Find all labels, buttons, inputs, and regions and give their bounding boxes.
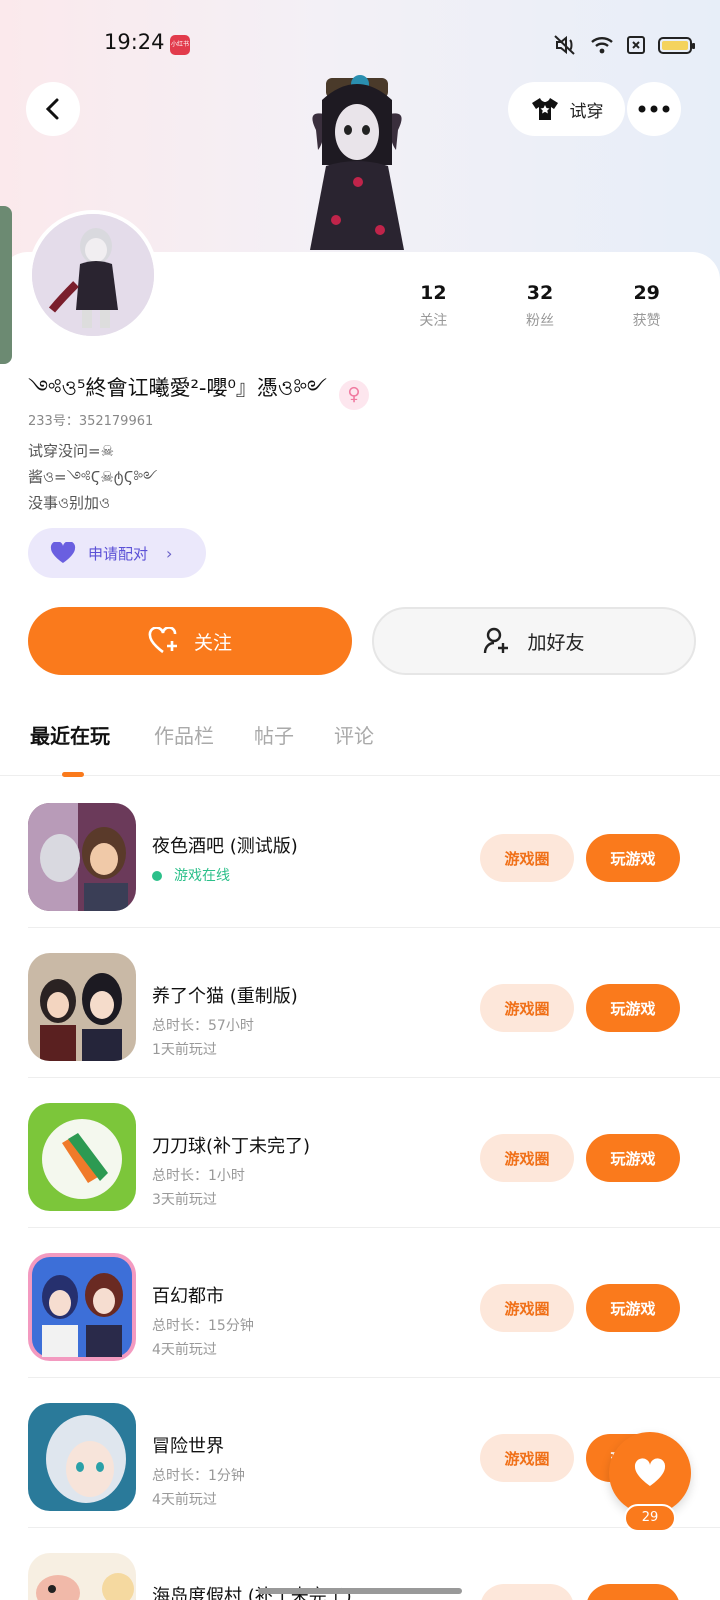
- home-indicator[interactable]: [258, 1588, 462, 1594]
- sim-off-icon: [627, 36, 645, 54]
- add-friend-button[interactable]: 加好友: [372, 607, 696, 675]
- list-item[interactable]: 夜色酒吧 (测试版) 游戏在线 游戏圈 玩游戏: [28, 778, 720, 928]
- game-icon[interactable]: [28, 1553, 136, 1600]
- game-circle-button[interactable]: 游戏圈: [480, 1434, 574, 1482]
- play-game-button[interactable]: 玩游戏: [586, 834, 680, 882]
- play-time: 总时长：15分钟: [152, 1318, 254, 1334]
- list-item[interactable]: 养了个猫 (重制版) 总时长：57小时 1天前玩过 游戏圈 玩游戏: [28, 928, 720, 1078]
- stat-label: 粉丝: [526, 313, 554, 329]
- play-time: 总时长：57小时: [152, 1018, 254, 1034]
- play-game-button[interactable]: 玩游戏: [586, 1584, 680, 1600]
- more-icon: [638, 105, 670, 113]
- game-title: 百幻都市: [152, 1286, 224, 1307]
- battery-icon: [658, 36, 695, 54]
- game-circle-button[interactable]: 游戏圈: [480, 984, 574, 1032]
- game-title: 夜色酒吧 (测试版): [152, 836, 298, 857]
- game-status-text: 游戏在线: [174, 868, 230, 884]
- play-game-button[interactable]: 玩游戏: [586, 1284, 680, 1332]
- character-avatar-image[interactable]: [296, 70, 418, 250]
- game-status: 游戏在线: [152, 864, 230, 888]
- play-time: 总时长：1分钟: [152, 1468, 245, 1484]
- tab-recent-games[interactable]: 最近在玩: [30, 720, 110, 749]
- pair-label: 申请配对: [88, 544, 149, 563]
- game-circle-button[interactable]: 游戏圈: [480, 834, 574, 882]
- play-game-button[interactable]: 玩游戏: [586, 984, 680, 1032]
- side-drawer-handle[interactable]: [0, 206, 12, 364]
- status-icons: [552, 34, 695, 56]
- online-dot-icon: [152, 871, 162, 881]
- user-id: 233号：352179961: [28, 414, 154, 429]
- like-count-badge: 29: [624, 1504, 676, 1532]
- game-meta: 总时长：57小时 1天前玩过: [152, 1014, 254, 1062]
- stat-label: 获赞: [632, 313, 661, 329]
- chevron-left-icon: [45, 98, 59, 120]
- game-icon[interactable]: [28, 1103, 136, 1211]
- wifi-icon: [591, 37, 613, 54]
- game-title: 养了个猫 (重制版): [152, 986, 298, 1007]
- game-circle-button[interactable]: 游戏圈: [480, 1134, 574, 1182]
- last-played: 1天前玩过: [152, 1042, 217, 1058]
- bio-line: 没事ও别加ও: [28, 494, 111, 512]
- bio-line: 试穿没问=☠: [28, 442, 115, 460]
- last-played: 4天前玩过: [152, 1492, 217, 1508]
- heart-icon: [50, 542, 76, 563]
- heart-plus-icon: [148, 627, 177, 654]
- tryon-label: 试穿: [569, 101, 604, 122]
- game-meta: 总时长：15分钟 4天前玩过: [152, 1314, 254, 1362]
- follow-label: 关注: [193, 631, 232, 654]
- stat-followers[interactable]: 32 粉丝: [487, 282, 594, 330]
- heart-icon: [634, 1458, 666, 1486]
- tab-works[interactable]: 作品栏: [154, 720, 214, 749]
- add-friend-label: 加好友: [527, 631, 585, 654]
- female-icon: ♀: [338, 379, 369, 410]
- game-circle-button[interactable]: 游戏圈: [480, 1584, 574, 1600]
- stat-value: 32: [526, 282, 554, 304]
- profile-tabs: 最近在玩 作品栏 帖子 评论: [0, 720, 720, 777]
- app-badge-icon: 小红书: [170, 35, 190, 55]
- tshirt-icon: [531, 98, 558, 120]
- more-button[interactable]: [627, 82, 681, 136]
- add-user-icon: [484, 627, 509, 654]
- avatar[interactable]: [28, 210, 158, 340]
- game-title: 刀刀球(补丁未完了): [152, 1136, 311, 1157]
- list-item[interactable]: 刀刀球(补丁未完了) 总时长：1小时 3天前玩过 游戏圈 玩游戏: [28, 1078, 720, 1228]
- bio: 试穿没问=☠ 酱ও=༺Ϛ☠ტϚ༻ 没事ও别加ও: [28, 438, 157, 516]
- stat-value: 12: [420, 282, 447, 304]
- game-meta: 总时长：1小时 3天前玩过: [152, 1164, 245, 1212]
- tryon-button[interactable]: 试穿: [508, 82, 625, 136]
- profile-stats: 12 关注 32 粉丝 29 获赞: [380, 282, 700, 330]
- last-played: 3天前玩过: [152, 1192, 217, 1208]
- game-meta: 总时长：1分钟 4天前玩过: [152, 1464, 245, 1512]
- game-icon[interactable]: [28, 1403, 136, 1511]
- stat-value: 29: [633, 282, 660, 304]
- bio-line: 酱ও=༺Ϛ☠ტϚ༻: [28, 468, 158, 486]
- mute-icon: [554, 35, 575, 55]
- stat-label: 关注: [419, 313, 448, 329]
- avatar-image: [32, 214, 154, 336]
- stat-following[interactable]: 12 关注: [380, 282, 487, 330]
- follow-button[interactable]: 关注: [28, 607, 352, 675]
- game-icon[interactable]: [28, 803, 136, 911]
- game-title: 冒险世界: [152, 1436, 224, 1457]
- last-played: 4天前玩过: [152, 1342, 217, 1358]
- status-time: 19:24: [104, 30, 165, 54]
- like-fab-button[interactable]: [609, 1432, 691, 1514]
- tab-comments[interactable]: 评论: [334, 720, 374, 749]
- play-time: 总时长：1小时: [152, 1168, 245, 1184]
- back-button[interactable]: [26, 82, 80, 136]
- game-icon[interactable]: [28, 1253, 136, 1361]
- game-icon[interactable]: [28, 953, 136, 1061]
- tab-indicator: [62, 772, 84, 777]
- play-game-button[interactable]: 玩游戏: [586, 1134, 680, 1182]
- list-item[interactable]: 百幻都市 总时长：15分钟 4天前玩过 游戏圈 玩游戏: [28, 1228, 720, 1378]
- stat-likes[interactable]: 29 获赞: [593, 282, 700, 330]
- pair-request-button[interactable]: 申请配对 ›: [28, 528, 206, 578]
- tab-posts[interactable]: 帖子: [254, 720, 294, 749]
- chevron-right-icon: ›: [166, 543, 173, 563]
- game-circle-button[interactable]: 游戏圈: [480, 1284, 574, 1332]
